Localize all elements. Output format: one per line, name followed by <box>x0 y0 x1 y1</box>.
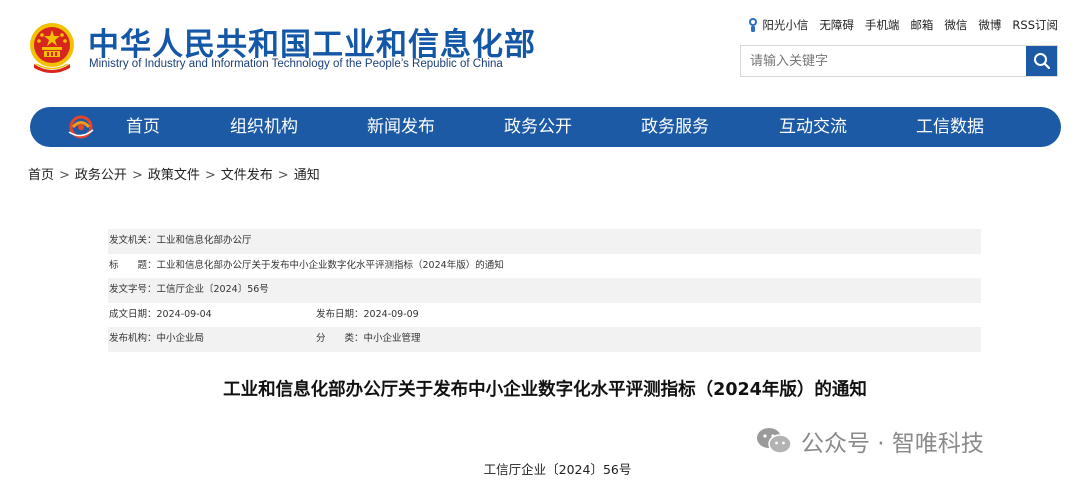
info-written-date: 成文日期：2024-09-04 <box>109 308 212 320</box>
breadcrumb-home[interactable]: 首页 <box>28 168 54 183</box>
top-link-mail[interactable]: 邮箱 <box>910 17 933 33</box>
sunshine-mascot-icon <box>749 18 758 32</box>
watermark: 公众号 · 智唯科技 <box>755 424 984 458</box>
site-subtitle: Ministry of Industry and Information Tec… <box>89 58 503 70</box>
ministry-logo-icon[interactable] <box>67 114 95 140</box>
breadcrumb-separator: > <box>204 168 216 183</box>
national-emblem-icon[interactable] <box>28 20 76 74</box>
top-links: 阳光小信 无障碍 手机端 邮箱 微信 微博 RSS订阅 <box>747 17 1058 33</box>
main-nav: 首页 组织机构 新闻发布 政务公开 政务服务 互动交流 工信数据 <box>30 107 1061 147</box>
top-link-accessibility[interactable]: 无障碍 <box>819 17 854 33</box>
search-box <box>740 45 1058 77</box>
nav-item-interaction[interactable]: 互动交流 <box>779 107 847 147</box>
site-header: 中华人民共和国工业和信息化部 Ministry of Industry and … <box>0 0 1080 100</box>
info-row-org: 发布机构：中小企业局 分 类：中小企业管理 <box>108 327 981 352</box>
top-link-weibo[interactable]: 微博 <box>978 17 1001 33</box>
info-issuer: 发文机关：工业和信息化部办公厅 <box>109 235 252 246</box>
document-title: 工业和信息化部办公厅关于发布中小企业数字化水平评测指标（2024年版）的通知 <box>223 380 867 400</box>
breadcrumb-separator: > <box>277 168 289 183</box>
document-info-table: 发文机关：工业和信息化部办公厅 标 题：工业和信息化部办公厅关于发布中小企业数字… <box>108 229 981 352</box>
breadcrumb-notice[interactable]: 通知 <box>294 168 320 183</box>
search-button[interactable] <box>1026 46 1057 76</box>
search-input[interactable] <box>741 46 1026 76</box>
nav-item-gov-services[interactable]: 政务服务 <box>641 107 709 147</box>
nav-item-news[interactable]: 新闻发布 <box>367 107 435 147</box>
info-row-doc-no: 发文字号：工信厅企业〔2024〕56号 <box>108 278 981 303</box>
top-link-rss[interactable]: RSS订阅 <box>1012 17 1058 33</box>
document-number: 工信厅企业〔2024〕56号 <box>483 462 632 477</box>
breadcrumb: 首页 > 政务公开 > 政策文件 > 文件发布 > 通知 <box>28 164 320 183</box>
wechat-icon <box>757 428 792 454</box>
info-title: 标 题：工业和信息化部办公厅关于发布中小企业数字化水平评测指标（2024年版）的… <box>109 259 504 271</box>
breadcrumb-separator: > <box>59 168 70 183</box>
info-publish-date: 发布日期：2024-09-09 <box>316 308 419 320</box>
info-row-dates: 成文日期：2024-09-04 发布日期：2024-09-09 <box>108 303 981 328</box>
nav-item-gov-affairs[interactable]: 政务公开 <box>504 107 572 147</box>
breadcrumb-separator: > <box>131 168 143 183</box>
info-category: 分 类：中小企业管理 <box>316 333 421 345</box>
breadcrumb-gov-affairs[interactable]: 政务公开 <box>75 168 127 183</box>
nav-item-data[interactable]: 工信数据 <box>916 107 984 147</box>
info-row-issuer: 发文机关：工业和信息化部办公厅 <box>108 229 981 254</box>
info-publisher: 发布机构：中小企业局 <box>109 333 205 345</box>
nav-item-home[interactable]: 首页 <box>126 107 160 147</box>
top-link-sunshine[interactable]: 阳光小信 <box>762 17 808 33</box>
breadcrumb-policy-files[interactable]: 政策文件 <box>148 168 200 183</box>
top-link-mobile[interactable]: 手机端 <box>865 17 900 33</box>
top-link-wechat[interactable]: 微信 <box>944 17 967 33</box>
info-doc-number: 发文字号：工信厅企业〔2024〕56号 <box>109 284 269 296</box>
search-icon <box>1033 53 1050 70</box>
watermark-text: 公众号 · 智唯科技 <box>801 431 984 457</box>
breadcrumb-file-release[interactable]: 文件发布 <box>221 168 273 183</box>
nav-item-organization[interactable]: 组织机构 <box>230 107 298 147</box>
info-row-title: 标 题：工业和信息化部办公厅关于发布中小企业数字化水平评测指标（2024年版）的… <box>108 254 981 279</box>
